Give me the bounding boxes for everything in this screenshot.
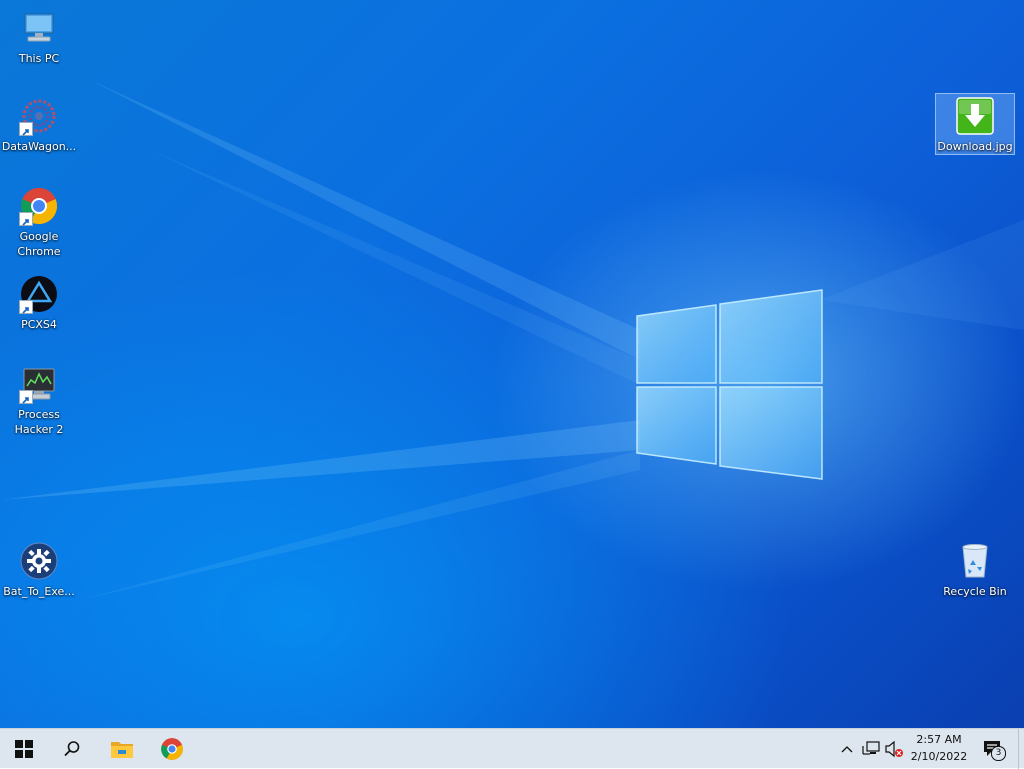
desktop-icon-label: PCXS4	[21, 318, 57, 331]
search-button[interactable]	[48, 729, 96, 769]
computer-icon	[19, 8, 59, 48]
desktop[interactable]: This PC DataWagon... Google Chrome PCXS4…	[0, 0, 1024, 728]
network-icon	[862, 741, 880, 755]
desktop-icon-label: Download.jpg	[937, 140, 1013, 153]
shortcut-arrow-icon	[19, 300, 33, 314]
chrome-icon	[161, 738, 183, 760]
desktop-icon-datawagon[interactable]: DataWagon...	[0, 96, 78, 154]
search-icon	[64, 741, 80, 757]
desktop-icon-pcxs4[interactable]: PCXS4	[0, 274, 78, 332]
windows-logo	[636, 289, 823, 480]
desktop-icon-bat-to-exe[interactable]: Bat_To_Exe...	[0, 541, 78, 599]
desktop-icon-label: Recycle Bin	[943, 585, 1007, 598]
desktop-icon-label: Google Chrome	[17, 230, 61, 258]
windows-start-icon	[15, 740, 33, 758]
clock-time: 2:57 AM	[916, 733, 962, 746]
desktop-icon-process-hacker[interactable]: Process Hacker 2	[0, 364, 78, 437]
action-center-button[interactable]: 3	[981, 739, 1006, 761]
wallpaper-beams	[0, 80, 1024, 600]
show-hidden-icons-button[interactable]	[837, 739, 857, 759]
download-icon	[955, 96, 995, 136]
desktop-icon-recycle-bin[interactable]: Recycle Bin	[936, 541, 1014, 599]
shortcut-arrow-icon	[19, 212, 33, 226]
datawagon-icon	[19, 96, 59, 136]
recycle-bin-icon	[955, 541, 995, 581]
taskbar-google-chrome[interactable]	[148, 729, 196, 769]
clock-date: 2/10/2022	[910, 750, 968, 763]
desktop-icon-label: Process Hacker 2	[14, 408, 64, 436]
clock[interactable]: 2:57 AM 2/10/2022	[900, 731, 978, 767]
taskbar-file-explorer[interactable]	[98, 729, 146, 769]
show-desktop-button[interactable]	[1018, 729, 1024, 769]
desktop-icon-download-jpg[interactable]: Download.jpg	[935, 93, 1015, 155]
pcxs4-icon	[19, 274, 59, 314]
desktop-icon-google-chrome[interactable]: Google Chrome	[0, 186, 78, 259]
folder-icon	[111, 742, 133, 758]
process-hacker-icon	[19, 364, 59, 404]
notification-count-badge: 3	[991, 746, 1006, 761]
shortcut-arrow-icon	[19, 122, 33, 136]
gear-icon	[19, 541, 59, 581]
network-tray-button[interactable]	[861, 739, 881, 759]
taskbar: 2:57 AM 2/10/2022 3	[0, 728, 1024, 769]
chrome-icon	[19, 186, 59, 226]
shortcut-arrow-icon	[19, 390, 33, 404]
desktop-icon-label: This PC	[18, 52, 60, 65]
desktop-icon-this-pc[interactable]: This PC	[0, 8, 78, 66]
desktop-icon-label: DataWagon...	[1, 140, 77, 153]
desktop-icon-label: Bat_To_Exe...	[3, 585, 75, 598]
chevron-up-icon	[841, 746, 853, 753]
start-button[interactable]	[0, 729, 48, 769]
